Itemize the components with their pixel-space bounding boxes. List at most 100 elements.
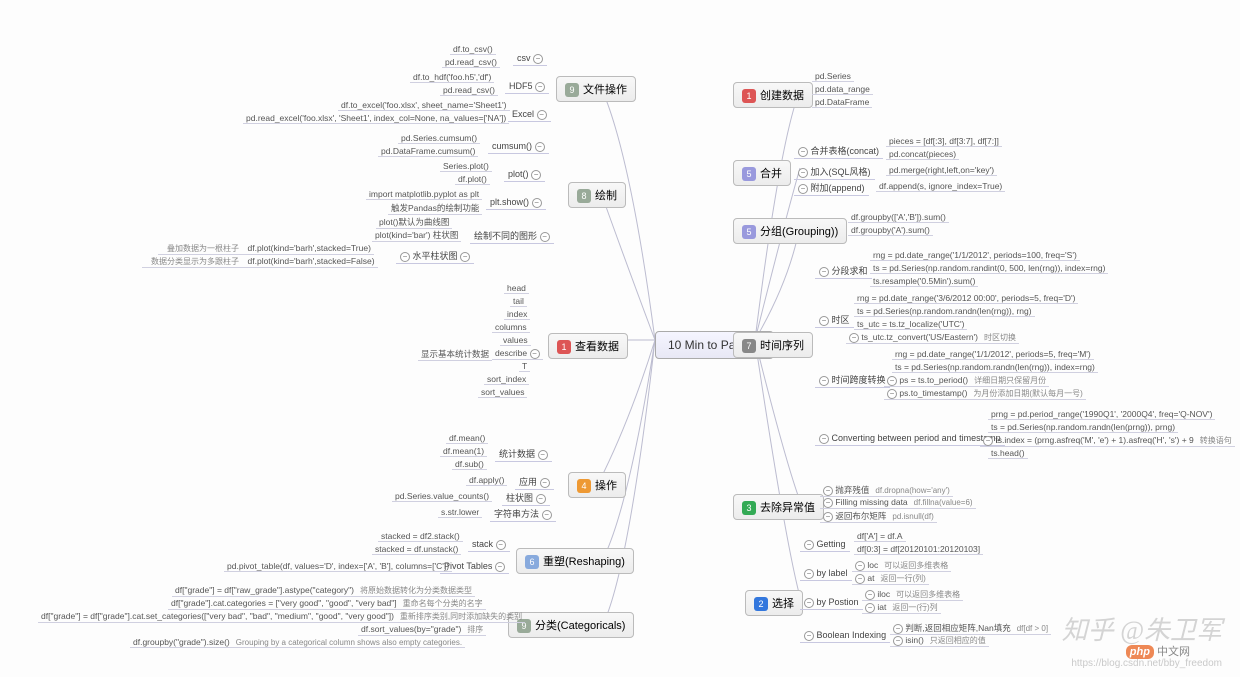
sub-excel[interactable]: Excel −: [508, 108, 551, 122]
sub-bypos[interactable]: − by Postion: [800, 596, 863, 610]
leaf: − ts.index = (prng.asfreq('M', 'e') + 1)…: [980, 435, 1235, 447]
toggle-icon[interactable]: −: [798, 147, 808, 157]
toggle-icon[interactable]: −: [887, 376, 897, 386]
toggle-icon[interactable]: −: [798, 184, 808, 194]
sub-bool[interactable]: − Boolean Indexing: [800, 629, 890, 643]
leaf: sort_values: [478, 387, 527, 398]
leaf: pd.merge(right,left,on='key'): [886, 165, 997, 176]
sub-csv[interactable]: csv −: [513, 52, 547, 66]
leaf: df.append(s, ignore_index=True): [876, 181, 1005, 192]
toggle-icon[interactable]: −: [849, 333, 859, 343]
toggle-icon[interactable]: −: [983, 436, 993, 446]
sub-str[interactable]: 字符串方法 −: [490, 506, 556, 522]
sub-hbar[interactable]: − 水平柱状图 −: [396, 248, 474, 264]
toggle-icon[interactable]: −: [823, 486, 833, 496]
node-categoricals[interactable]: 9分类(Categoricals): [508, 612, 634, 638]
label: 操作: [595, 480, 617, 492]
sub-plot[interactable]: plot() −: [504, 168, 545, 182]
toggle-icon[interactable]: −: [819, 267, 829, 277]
label: 合并: [760, 168, 782, 180]
toggle-icon[interactable]: −: [798, 168, 808, 178]
leaf: pd.Series: [812, 71, 854, 82]
sub-cumsum[interactable]: cumsum() −: [488, 140, 549, 154]
toggle-icon[interactable]: −: [865, 603, 875, 613]
sub-getting[interactable]: − Getting: [800, 538, 850, 552]
toggle-icon[interactable]: −: [823, 512, 833, 522]
node-operate[interactable]: 4操作: [568, 472, 626, 498]
toggle-icon[interactable]: −: [804, 569, 814, 579]
toggle-icon[interactable]: −: [855, 574, 865, 584]
sub-span[interactable]: − 时间跨度转换: [815, 372, 890, 388]
sub-apply[interactable]: 应用 −: [515, 474, 554, 490]
toggle-icon[interactable]: −: [893, 636, 903, 646]
leaf: ts = pd.Series(np.random.randint(0, 500,…: [870, 263, 1108, 274]
leaf: df[0:3] = df[20120101:20120103]: [854, 544, 983, 555]
toggle-icon[interactable]: −: [855, 561, 865, 571]
toggle-icon[interactable]: −: [530, 349, 540, 359]
node-create-data[interactable]: 1创建数据: [733, 82, 813, 108]
toggle-icon[interactable]: −: [865, 590, 875, 600]
sub-bylabel[interactable]: − by label: [800, 567, 852, 581]
toggle-icon[interactable]: −: [538, 450, 548, 460]
label: 去除异常值: [760, 502, 815, 514]
toggle-icon[interactable]: −: [823, 498, 833, 508]
leaf: pieces = [df[:3], df[3:7], df[7:]]: [886, 136, 1002, 147]
toggle-icon[interactable]: −: [819, 434, 829, 444]
node-time-series[interactable]: 7时间序列: [733, 332, 813, 358]
sub-join[interactable]: − 加入(SQL风格): [794, 164, 875, 180]
toggle-icon[interactable]: −: [540, 478, 550, 488]
leaf: prng = pd.period_range('1990Q1', '2000Q4…: [988, 409, 1215, 420]
node-grouping[interactable]: 5分组(Grouping)): [733, 218, 847, 244]
sub-stack[interactable]: stack −: [468, 538, 510, 552]
leaf: sort_index: [484, 374, 529, 385]
leaf: df['A'] = df.A: [854, 531, 906, 542]
leaf: df["grade"] = df["raw_grade"].astype("ca…: [172, 585, 475, 597]
node-plot[interactable]: 8绘制: [568, 182, 626, 208]
toggle-icon[interactable]: −: [536, 494, 546, 504]
toggle-icon[interactable]: −: [535, 82, 545, 92]
leaf: rng = pd.date_range('3/6/2012 00:00', pe…: [854, 293, 1078, 304]
sub-hdf5[interactable]: HDF5 −: [505, 80, 549, 94]
toggle-icon[interactable]: −: [819, 316, 829, 326]
sub-stats[interactable]: 统计数据 −: [495, 446, 552, 462]
sub-convert[interactable]: − Converting between period and timestam…: [815, 432, 1005, 446]
node-view-data[interactable]: 1查看数据: [548, 333, 628, 359]
sub-resample[interactable]: − 分段求和: [815, 263, 872, 279]
toggle-icon[interactable]: −: [532, 198, 542, 208]
sub-concat[interactable]: − 合并表格(concat): [794, 143, 883, 159]
node-file-ops[interactable]: 9文件操作: [556, 76, 636, 102]
toggle-icon[interactable]: −: [460, 252, 470, 262]
toggle-icon[interactable]: −: [400, 252, 410, 262]
node-clean[interactable]: 3去除异常值: [733, 494, 824, 520]
toggle-icon[interactable]: −: [804, 631, 814, 641]
toggle-icon[interactable]: −: [893, 624, 903, 634]
leaf: index: [504, 309, 530, 320]
toggle-icon[interactable]: −: [887, 389, 897, 399]
node-select[interactable]: 2选择: [745, 590, 803, 616]
leaf: − 返回布尔矩阵pd.isnull(df): [820, 510, 937, 523]
toggle-icon[interactable]: −: [819, 376, 829, 386]
toggle-icon[interactable]: −: [533, 54, 543, 64]
toggle-icon[interactable]: −: [537, 110, 547, 120]
toggle-icon[interactable]: −: [542, 510, 552, 520]
sub-pltshow[interactable]: plt.show() −: [486, 196, 546, 210]
sub-shapes[interactable]: 绘制不同的图形 −: [470, 228, 554, 244]
toggle-icon[interactable]: −: [804, 540, 814, 550]
toggle-icon[interactable]: −: [495, 562, 505, 572]
sub-append[interactable]: − 附加(append): [794, 180, 869, 196]
sub-hist[interactable]: 柱状图 −: [502, 490, 550, 506]
leaf: − 抛弃残值df.dropna(how='any'): [820, 484, 953, 497]
toggle-icon[interactable]: −: [531, 170, 541, 180]
toggle-icon[interactable]: −: [496, 540, 506, 550]
leaf: df.mean(1): [440, 446, 487, 457]
sub-tz[interactable]: − 时区: [815, 312, 854, 328]
label: 选择: [772, 598, 794, 610]
node-reshape[interactable]: 6重塑(Reshaping): [516, 548, 634, 574]
leaf: pd.DataFrame: [812, 97, 872, 108]
leaf: rng = pd.date_range('1/1/2012', periods=…: [892, 349, 1094, 360]
toggle-icon[interactable]: −: [540, 232, 550, 242]
toggle-icon[interactable]: −: [804, 598, 814, 608]
leaf: df.groupby(['A','B']).sum(): [848, 212, 949, 223]
node-merge[interactable]: 5合并: [733, 160, 791, 186]
toggle-icon[interactable]: −: [535, 142, 545, 152]
